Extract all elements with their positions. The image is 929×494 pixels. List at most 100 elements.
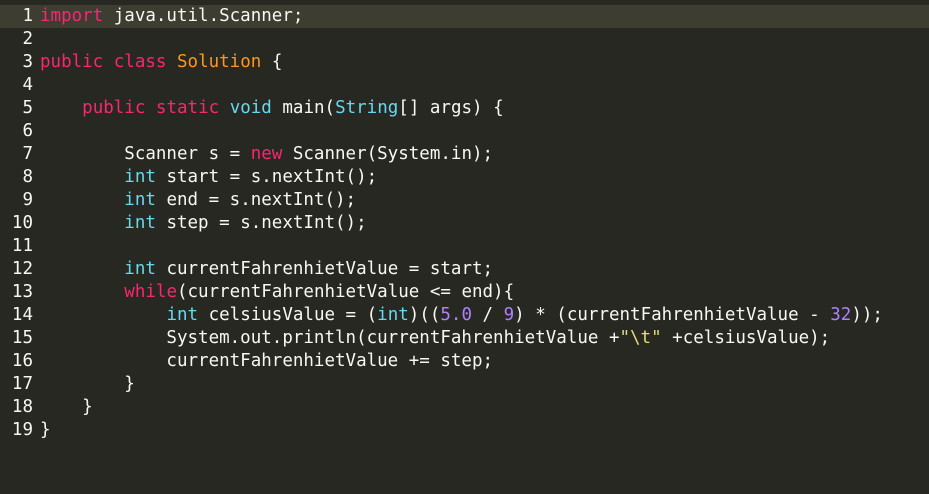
code-line[interactable]: 6 [0, 120, 929, 143]
code-token: class [113, 52, 167, 72]
code-text: } [33, 373, 929, 396]
line-number: 1 [22, 6, 33, 26]
code-line[interactable]: 7 Scanner s = new Scanner(System.in); [0, 143, 929, 166]
code-token: +celsiusValue); [661, 328, 831, 348]
code-token: new [250, 144, 283, 164]
code-token: { [261, 52, 283, 72]
code-token: int [124, 259, 156, 279]
code-line[interactable]: 1 import java.util.Scanner; [0, 5, 929, 28]
line-number: 10 [11, 213, 33, 233]
code-token: while [124, 282, 177, 302]
code-text: } [33, 396, 929, 419]
code-token: [] args) { [398, 98, 504, 118]
code-token: )(( [408, 305, 441, 325]
code-line[interactable]: 5 public static void main(String[] args)… [0, 97, 929, 120]
code-line[interactable]: 13 while(currentFahrenhietValue <= end){ [0, 281, 929, 304]
code-token: end = s.nextInt(); [155, 190, 357, 210]
line-number: 7 [22, 144, 33, 164]
code-line[interactable]: 12 int currentFahrenhietValue = start; [0, 258, 929, 281]
code-token: int [377, 305, 409, 325]
code-line[interactable]: 18 } [0, 396, 929, 419]
code-token: java.util.Scanner; [103, 6, 304, 26]
code-token: } [40, 420, 51, 440]
line-number: 16 [11, 351, 33, 371]
code-text: int celsiusValue = (int)((5.0 / 9) * (cu… [33, 304, 929, 327]
code-token: Solution [177, 52, 262, 72]
code-token: / [472, 305, 504, 325]
line-number: 3 [22, 52, 33, 72]
line-number: 9 [22, 190, 33, 210]
code-line[interactable]: 17 } [0, 373, 929, 396]
code-token: } [40, 397, 93, 417]
code-line[interactable]: 4 [0, 74, 929, 97]
code-token: static [155, 98, 220, 118]
code-editor[interactable]: 1 import java.util.Scanner; 2 3 public class… [0, 0, 929, 494]
line-number: 6 [22, 121, 33, 141]
code-token: step = s.nextInt(); [155, 213, 367, 233]
code-token: int [124, 213, 156, 233]
code-token: int [124, 190, 156, 210]
code-token: celsiusValue = ( [198, 305, 378, 325]
line-number: 15 [11, 328, 33, 348]
code-line[interactable]: 9 int end = s.nextInt(); [0, 189, 929, 212]
code-token: )); [851, 305, 883, 325]
line-number: 11 [11, 236, 33, 256]
line-number: 2 [22, 29, 33, 49]
code-line[interactable]: 19} [0, 419, 929, 442]
code-token: Scanner(System.in); [282, 144, 494, 164]
code-token: (currentFahrenhietValue <= end){ [176, 282, 515, 302]
code-text: int step = s.nextInt(); [33, 212, 929, 235]
code-token: public [82, 98, 146, 118]
code-text: public class Solution { [33, 51, 929, 74]
code-line[interactable]: 15 System.out.println(currentFahrenhietV… [0, 327, 929, 350]
code-token: start = s.nextInt(); [155, 167, 378, 187]
code-line[interactable]: 14 int celsiusValue = (int)((5.0 / 9) * … [0, 304, 929, 327]
line-number: 8 [22, 167, 33, 187]
code-token: } [40, 374, 135, 394]
code-line[interactable]: 11 [0, 235, 929, 258]
code-token: 32 [830, 305, 852, 325]
code-text: int end = s.nextInt(); [33, 189, 929, 212]
code-text: Scanner s = new Scanner(System.in); [33, 143, 929, 166]
line-number: 18 [11, 397, 33, 417]
code-token: 9 [503, 305, 515, 325]
line-number: 5 [22, 98, 33, 118]
code-line[interactable]: 16 currentFahrenhietValue += step; [0, 350, 929, 373]
code-text: public static void main(String[] args) { [33, 97, 929, 120]
code-line[interactable]: 3 public class Solution { [0, 51, 929, 74]
code-token: import [40, 6, 104, 26]
code-token: 5.0 [440, 305, 472, 325]
code-line[interactable]: 10 int step = s.nextInt(); [0, 212, 929, 235]
code-token: main( [271, 98, 336, 118]
code-text: int currentFahrenhietValue = start; [33, 258, 929, 281]
code-token: currentFahrenhietValue = start; [155, 259, 494, 279]
code-token: String [335, 98, 399, 118]
code-token: ) * (currentFahrenhietValue - [514, 305, 831, 325]
code-token: int [124, 167, 156, 187]
code-token: int [166, 305, 199, 325]
code-text: int start = s.nextInt(); [33, 166, 929, 189]
code-line[interactable]: 8 int start = s.nextInt(); [0, 166, 929, 189]
code-text: while(currentFahrenhietValue <= end){ [33, 281, 929, 304]
code-token: currentFahrenhietValue += step; [40, 351, 494, 371]
line-number: 17 [11, 374, 33, 394]
code-text: } [33, 419, 929, 442]
line-number: 12 [11, 259, 33, 279]
code-line[interactable]: 2 [0, 28, 929, 51]
line-number: 14 [11, 305, 33, 325]
code-token: "\t" [619, 328, 662, 348]
